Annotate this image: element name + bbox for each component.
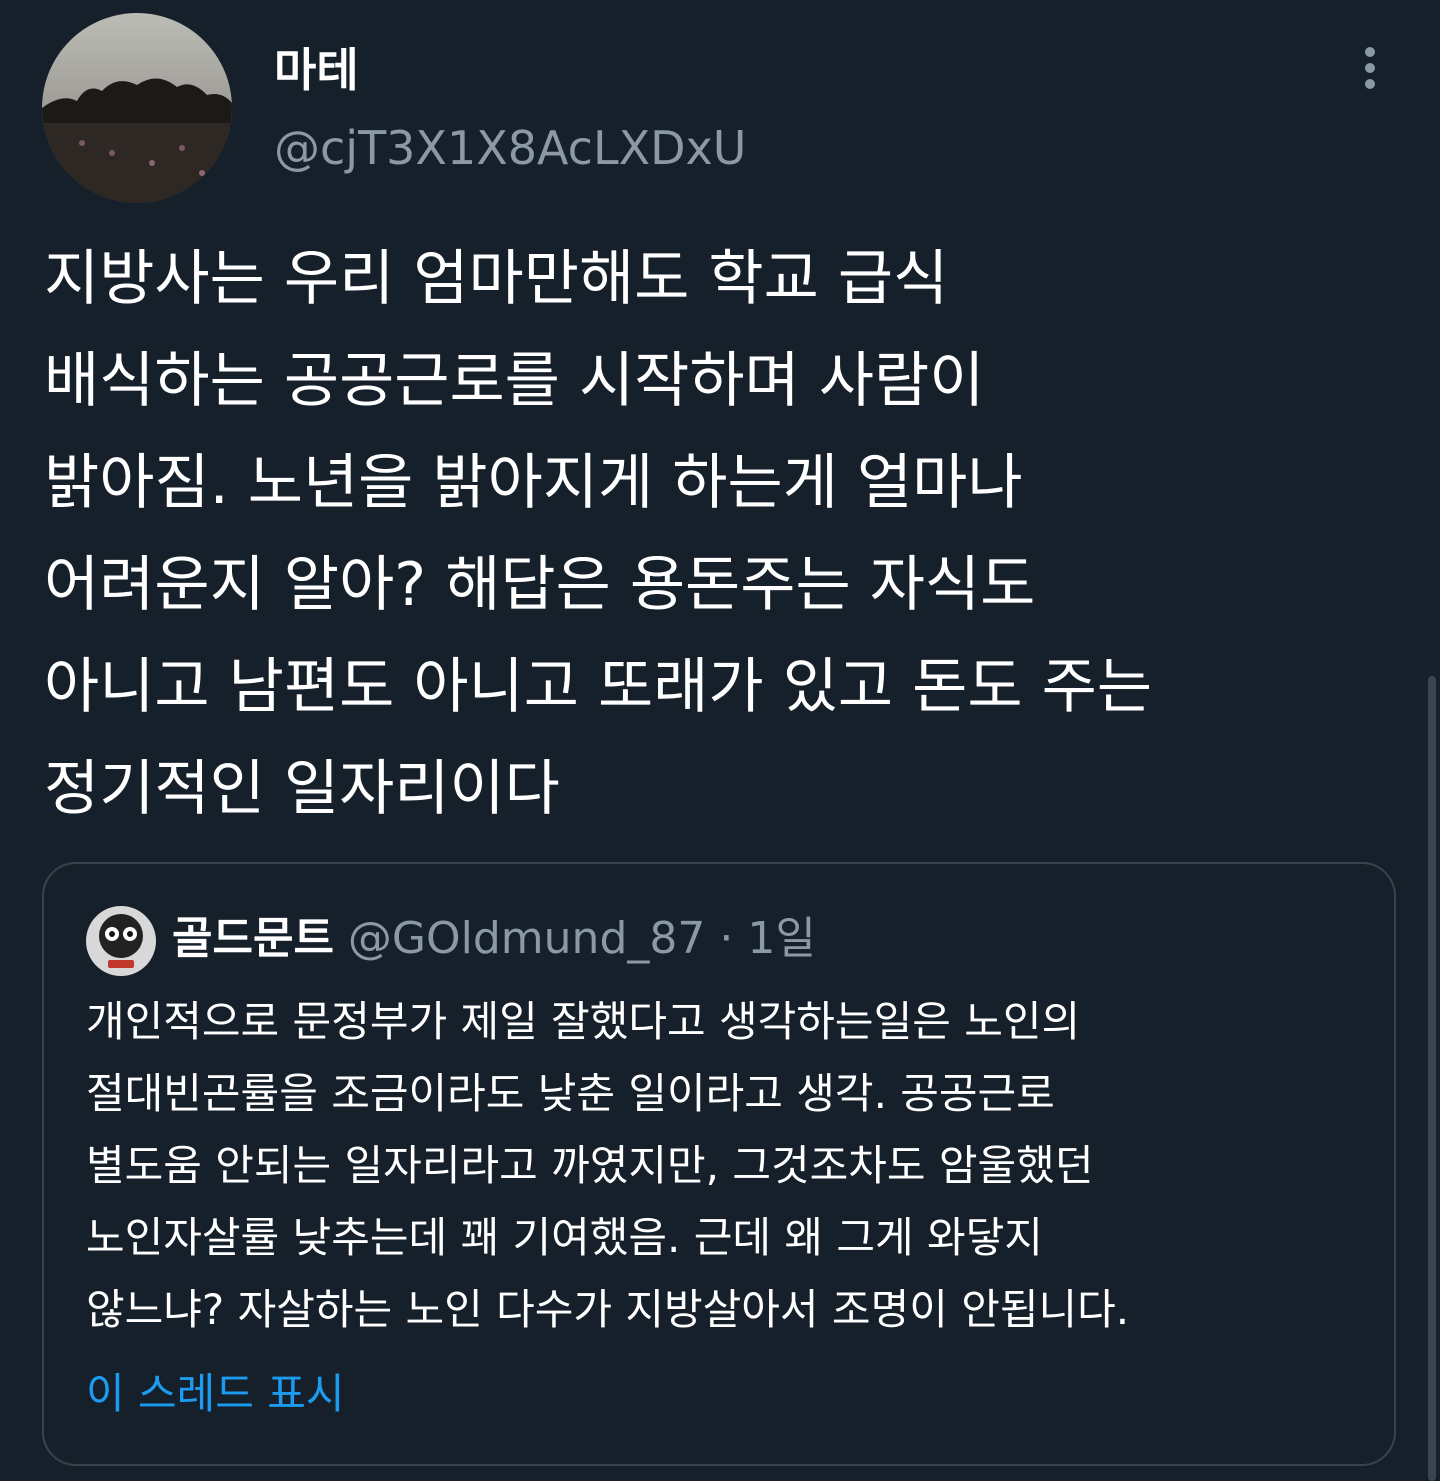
quoted-tweet-header: 골드문트 @GOldmund_87 · 1일 <box>172 910 816 968</box>
more-options-button[interactable] <box>1340 38 1400 98</box>
quoted-author-display-name[interactable]: 골드문트 <box>172 913 334 964</box>
header-separator: · <box>705 913 748 964</box>
quoted-author-avatar-image <box>86 906 156 976</box>
more-vertical-icon <box>1365 47 1375 89</box>
scrollbar-thumb[interactable] <box>1428 676 1436 1481</box>
quoted-author-avatar[interactable] <box>86 906 156 976</box>
show-thread-link[interactable]: 이 스레드 표시 <box>86 1364 345 1424</box>
quoted-author-handle[interactable]: @GOldmund_87 <box>348 913 705 964</box>
author-handle[interactable]: @cjT3X1X8AcLXDxU <box>274 118 746 178</box>
quoted-tweet-text: 개인적으로 문정부가 제일 잘했다고 생각하는일은 노인의 절대빈곤률을 조금이… <box>86 997 1130 1334</box>
quoted-tweet-card[interactable]: 골드문트 @GOldmund_87 · 1일 개인적으로 문정부가 제일 잘했다… <box>42 862 1396 1466</box>
author-avatar[interactable] <box>42 13 232 203</box>
tweet-text: 지방사는 우리 엄마만해도 학교 급식 배식하는 공공근로를 시작하며 사람이 … <box>44 244 1153 824</box>
author-avatar-image <box>42 13 232 203</box>
quoted-tweet-timestamp[interactable]: 1일 <box>747 913 815 964</box>
author-display-name[interactable]: 마테 <box>274 40 359 100</box>
